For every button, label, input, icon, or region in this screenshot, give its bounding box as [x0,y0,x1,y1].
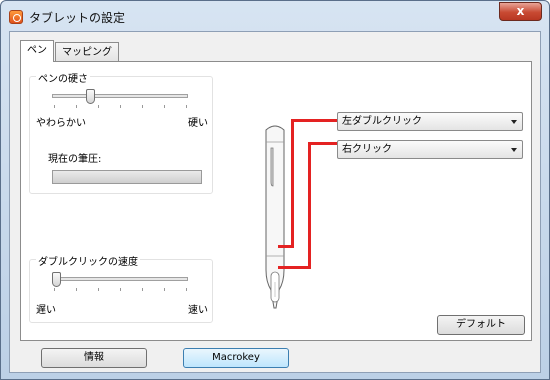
pen-hardness-label: ペンの硬さ [36,70,90,85]
double-click-speed-max-label: 速い [188,305,208,316]
callout-line-upper-horizontal [291,119,337,122]
tick [54,105,55,108]
lower-button-select[interactable]: 右クリック [337,140,523,159]
tick [76,288,77,291]
double-click-speed-min-label: 遅い [36,305,56,316]
tick [98,105,99,108]
app-icon [9,10,23,24]
double-click-speed-track [52,277,188,281]
tick [142,105,143,108]
pen-hardness-track [52,94,188,98]
info-button[interactable]: 情報 [41,348,147,368]
double-click-speed-group: ダブルクリックの速度 遅い 速い [29,253,213,323]
upper-button-select-value: 左ダブルクリック [342,116,422,127]
current-pressure-label: 現在の筆圧: [48,154,102,165]
callout-line-upper-connector [278,245,294,248]
pen-illustration [265,125,285,309]
tick [142,288,143,291]
callout-line-lower-horizontal [308,142,337,145]
tick [98,288,99,291]
tick [186,288,187,291]
tick [120,288,121,291]
tick [54,288,55,291]
default-button[interactable]: デフォルト [437,315,525,335]
current-pressure-bar [52,170,202,184]
pen-hardness-max-label: 硬い [188,118,208,129]
window-title: タブレットの設定 [29,11,126,25]
chevron-down-icon [511,120,517,124]
tab-pen[interactable]: ペン [20,40,54,62]
double-click-speed-label: ダブルクリックの速度 [36,253,140,268]
lower-button-select-value: 右クリック [342,144,392,155]
tick [164,288,165,291]
chevron-down-icon [511,148,517,152]
pen-hardness-group: ペンの硬さ やわらかい 硬い 現在の筆圧: [29,70,213,194]
callout-line-lower-connector [278,266,311,269]
pen-tab-panel: ペンの硬さ やわらかい 硬い 現在の筆圧: ダブルクリックの速度 遅い 速い 左… [20,61,532,341]
title-bar: タブレットの設定 x [1,1,549,31]
tick [76,105,77,108]
callout-line-lower-vertical [308,142,311,269]
settings-window: タブレットの設定 x ペン マッピング ペンの硬さ やわらかい 硬い 現在の筆圧… [0,0,550,380]
tick [164,105,165,108]
pen-hardness-slider-thumb[interactable] [86,89,96,104]
pen-hardness-min-label: やわらかい [36,118,86,129]
double-click-speed-slider-thumb[interactable] [52,272,61,287]
client-area: ペン マッピング ペンの硬さ やわらかい 硬い 現在の筆圧: ダブルクリックの速… [9,31,541,373]
close-button[interactable]: x [499,2,542,21]
upper-button-select[interactable]: 左ダブルクリック [337,112,523,131]
tick [120,105,121,108]
tick [186,105,187,108]
callout-line-upper-vertical [291,119,294,247]
tab-mapping[interactable]: マッピング [55,42,119,62]
macrokey-button[interactable]: Macrokey [183,348,289,368]
